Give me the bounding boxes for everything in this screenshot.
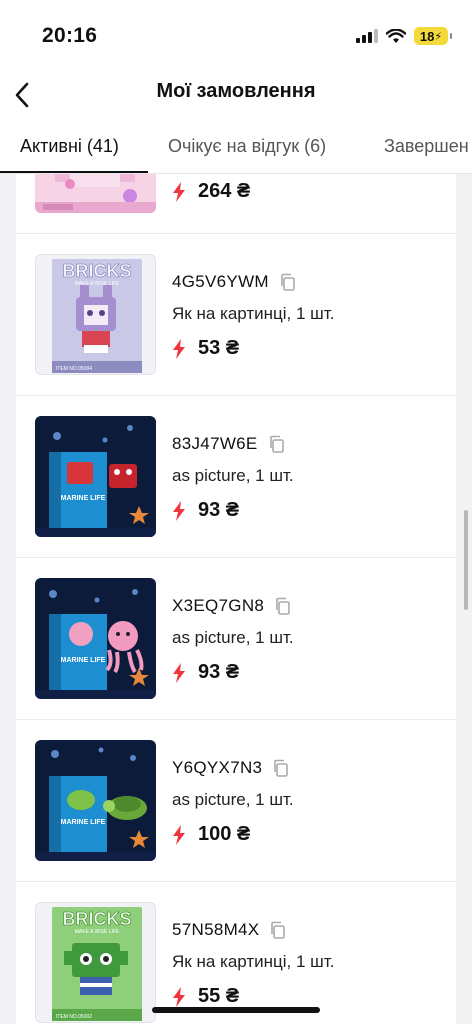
product-image[interactable]: MARINE LIFE (35, 416, 156, 537)
order-tabs: Активні (41) Очікує на відгук (6) Заверш… (0, 118, 472, 174)
order-item[interactable]: MARINE LIFE Y6QYX7N3 as picture, 1 шт. 1… (16, 720, 456, 882)
thumb-item-number: ITEM NO.05004 (56, 366, 92, 372)
order-number: Y6QYX7N3 (172, 758, 263, 777)
copy-icon[interactable] (272, 759, 290, 777)
thumb-item-number: ITEM NO.05002 (56, 1014, 92, 1020)
price-value: 100 ₴ (198, 823, 251, 845)
order-item[interactable]: BRICKS MAKE A WISE LIFE ITEM NO.05002 57… (16, 882, 456, 1024)
tab-completed[interactable]: Завершен (384, 136, 469, 157)
product-image[interactable]: BRICKS MAKE A WISE LIFE ITEM NO.05002 (35, 902, 156, 1023)
order-price: 100 ₴ (172, 823, 250, 846)
price-value: 264 ₴ (198, 180, 251, 202)
thumb-brand: MARINE LIFE (61, 819, 106, 826)
order-item[interactable]: BRICKS MAKE A WISE LIFE ITEM NO.05004 4G… (16, 234, 456, 396)
signal-icon (356, 29, 378, 43)
order-item[interactable]: MARINE LIFE 83J47W6E as picture, 1 шт. 9… (16, 396, 456, 558)
order-price: 264 ₴ (172, 180, 250, 203)
lightning-icon (173, 662, 185, 683)
product-image[interactable] (35, 174, 156, 213)
price-value: 53 ₴ (198, 337, 240, 359)
status-bar: 20:16 18 ⚡ (0, 0, 472, 70)
order-number: 83J47W6E (172, 434, 258, 453)
copy-icon[interactable] (268, 435, 286, 453)
tab-awaiting-review[interactable]: Очікує на відгук (6) (168, 136, 326, 157)
product-image[interactable]: MARINE LIFE (35, 578, 156, 699)
order-variant: as picture, 1 шт. (172, 466, 294, 485)
page-title: Мої замовлення (156, 80, 316, 102)
status-time: 20:16 (42, 24, 98, 47)
product-image[interactable]: MARINE LIFE (35, 740, 156, 861)
order-variant: Як на картинці, 1 шт. (172, 304, 335, 323)
price-value: 55 ₴ (198, 985, 240, 1007)
copy-icon[interactable] (269, 921, 287, 939)
thumb-tagline: MAKE A WISE LIFE (75, 929, 120, 935)
home-indicator[interactable] (152, 1007, 320, 1013)
order-variant: as picture, 1 шт. (172, 628, 294, 647)
battery-icon: 18 ⚡ (414, 27, 452, 45)
order-variant: as picture, 1 шт. (172, 790, 294, 809)
order-id: 4G5V6YWM (172, 272, 297, 292)
copy-icon[interactable] (279, 273, 297, 291)
order-item[interactable]: MARINE LIFE X3EQ7GN8 as picture, 1 шт. 9… (16, 558, 456, 720)
order-price: 93 ₴ (172, 661, 239, 684)
order-id: 83J47W6E (172, 434, 286, 454)
lightning-icon (173, 986, 185, 1007)
order-number: 4G5V6YWM (172, 272, 269, 291)
scrollbar[interactable] (464, 510, 468, 610)
orders-list[interactable]: 264 ₴ BRICKS MAKE A WISE LIFE ITEM NO.05… (16, 174, 456, 1024)
thumb-brand: MARINE LIFE (61, 657, 106, 664)
lightning-icon (173, 824, 185, 845)
lightning-icon (173, 181, 185, 202)
order-id: 57N58M4X (172, 920, 287, 940)
product-image[interactable]: BRICKS MAKE A WISE LIFE ITEM NO.05004 (35, 254, 156, 375)
status-icons: 18 ⚡ (356, 27, 452, 45)
order-number: 57N58M4X (172, 920, 260, 939)
order-price: 53 ₴ (172, 337, 239, 360)
thumb-brand: BRICKS (62, 261, 131, 281)
price-value: 93 ₴ (198, 499, 240, 521)
thumb-brand: MARINE LIFE (61, 495, 106, 502)
order-number: X3EQ7GN8 (172, 596, 265, 615)
order-price: 93 ₴ (172, 499, 239, 522)
order-item[interactable]: 264 ₴ (16, 174, 456, 234)
lightning-icon (173, 338, 185, 359)
nav-bar: Мої замовлення (0, 70, 472, 118)
wifi-icon (386, 28, 406, 43)
order-price: 55 ₴ (172, 985, 239, 1008)
copy-icon[interactable] (274, 597, 292, 615)
order-id: Y6QYX7N3 (172, 758, 290, 778)
battery-level: 18 (419, 28, 435, 44)
lightning-icon (173, 500, 185, 521)
thumb-brand: BRICKS (62, 909, 131, 929)
order-id: X3EQ7GN8 (172, 596, 292, 616)
order-variant: Як на картинці, 1 шт. (172, 952, 335, 971)
price-value: 93 ₴ (198, 661, 240, 683)
tab-active[interactable]: Активні (41) (20, 136, 119, 157)
